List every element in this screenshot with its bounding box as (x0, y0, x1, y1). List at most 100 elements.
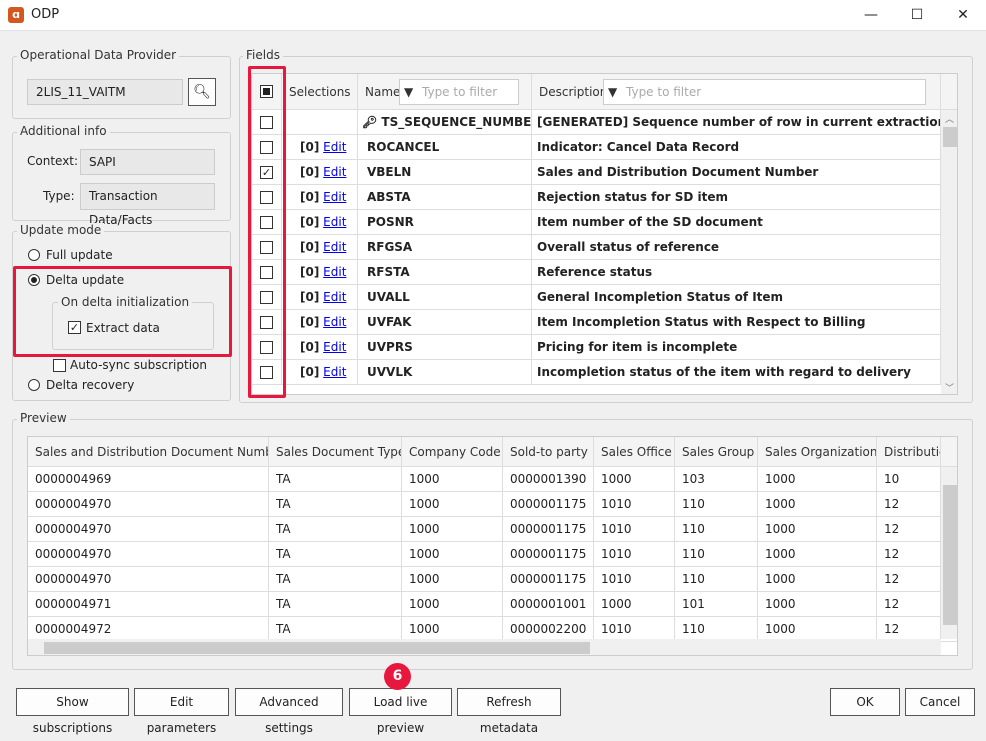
edit-parameters-button[interactable]: Edit parameters (134, 688, 229, 735)
field-row[interactable]: ✓ [0] Edit VBELN Sales and Distribution … (252, 160, 957, 185)
field-description: Incompletion status of the item with reg… (532, 360, 941, 385)
preview-cell: 1000 (594, 592, 675, 617)
header-selections[interactable]: Selections (282, 74, 358, 110)
preview-row[interactable]: 0000004970 TA 1000 0000001175 1010 110 1000 12 (28, 492, 957, 517)
odp-input[interactable]: 2LIS_11_VAITM (27, 79, 183, 105)
preview-row[interactable]: 0000004970 TA 1000 0000001175 1010 110 1000 12 (28, 542, 957, 567)
preview-cell: TA (269, 542, 402, 567)
search-button[interactable]: 🔍︎ (188, 78, 216, 106)
edit-link[interactable]: Edit (323, 215, 346, 229)
scroll-thumb[interactable] (44, 642, 590, 654)
delta-recovery-label: Delta recovery (46, 378, 135, 392)
preview-column-header[interactable]: Sales and Distribution Document Number (28, 437, 269, 467)
edit-link[interactable]: Edit (323, 315, 346, 329)
preview-cell: 103 (675, 467, 758, 492)
selection-count: [0] (300, 140, 320, 154)
advanced-settings-button[interactable]: Advanced settings (235, 688, 343, 735)
preview-cell: 0000004969 (28, 467, 269, 492)
scroll-thumb[interactable] (943, 127, 957, 147)
window-title: ODP (31, 7, 60, 22)
load-live-preview-button[interactable]: Load live preview (349, 688, 452, 735)
preview-row[interactable]: 0000004971 TA 1000 0000001001 1000 101 1000 12 (28, 592, 957, 617)
preview-cell: 0000001001 (503, 592, 594, 617)
preview-cell: 1000 (402, 492, 503, 517)
edit-link[interactable]: Edit (323, 290, 346, 304)
field-row[interactable]: [0] Edit ROCANCEL Indicator: Cancel Data… (252, 135, 957, 160)
ok-button[interactable]: OK (830, 688, 900, 716)
preview-cell: 110 (675, 542, 758, 567)
preview-cell: 1000 (758, 492, 877, 517)
edit-link[interactable]: Edit (323, 190, 346, 204)
field-row[interactable]: [0] Edit UVFAK Item Incompletion Status … (252, 310, 957, 335)
field-description: General Incompletion Status of Item (532, 285, 941, 310)
field-row[interactable]: [0] Edit UVPRS Pricing for item is incom… (252, 335, 957, 360)
full-update-radio[interactable] (28, 249, 40, 261)
scroll-thumb[interactable] (943, 485, 957, 625)
selection-count: [0] (300, 365, 320, 379)
field-description: Sales and Distribution Document Number (532, 160, 941, 185)
preview-cell: 12 (877, 517, 941, 542)
preview-cell: TA (269, 517, 402, 542)
preview-horizontal-scrollbar[interactable] (28, 639, 941, 655)
field-description: Overall status of reference (532, 235, 941, 260)
field-row[interactable]: [0] Edit RFGSA Overall status of referen… (252, 235, 957, 260)
preview-vertical-scrollbar[interactable] (941, 467, 957, 639)
edit-link[interactable]: Edit (323, 140, 346, 154)
preview-cell: TA (269, 592, 402, 617)
minimize-button[interactable]: — (848, 0, 894, 31)
header-name[interactable]: Name (365, 85, 400, 99)
close-button[interactable]: ✕ (940, 0, 986, 31)
delta-recovery-radio[interactable] (28, 379, 40, 391)
edit-link[interactable]: Edit (323, 265, 346, 279)
edit-link[interactable]: Edit (323, 365, 346, 379)
preview-column-header[interactable]: Sales Office (594, 437, 675, 467)
cancel-button[interactable]: Cancel (905, 688, 975, 716)
preview-label: Preview (17, 411, 70, 425)
field-row[interactable]: [0] Edit UVVLK Incompletion status of th… (252, 360, 957, 385)
preview-cell: 12 (877, 542, 941, 567)
update-mode-label: Update mode (17, 223, 105, 237)
preview-cell: 1000 (758, 467, 877, 492)
selection-count: [0] (300, 265, 320, 279)
field-row[interactable]: [0] Edit RFSTA Reference status (252, 260, 957, 285)
maximize-button[interactable]: ☐ (894, 0, 940, 31)
preview-column-header[interactable]: Sales Organization (758, 437, 877, 467)
search-icon: 🔍︎ (193, 84, 211, 100)
field-description: Item Incompletion Status with Respect to… (532, 310, 941, 335)
field-row[interactable]: [0] Edit POSNR Item number of the SD doc… (252, 210, 957, 235)
name-filter-input[interactable]: ▼ Type to filter (399, 79, 519, 105)
fields-vertical-scrollbar[interactable]: ︿ ﹀ (941, 110, 957, 394)
preview-cell: 1010 (594, 567, 675, 592)
selection-count: [0] (300, 315, 320, 329)
preview-column-header[interactable]: Sales Group (675, 437, 758, 467)
description-filter-input[interactable]: ▼ Type to filter (603, 79, 926, 105)
refresh-metadata-button[interactable]: Refresh metadata (457, 688, 561, 735)
preview-cell: 1000 (402, 592, 503, 617)
preview-grid: Sales and Distribution Document Number Sa… (27, 436, 958, 656)
edit-link[interactable]: Edit (323, 165, 346, 179)
preview-cell: 1000 (402, 542, 503, 567)
preview-row[interactable]: 0000004969 TA 1000 0000001390 1000 103 1000 10 (28, 467, 957, 492)
edit-link[interactable]: Edit (323, 240, 346, 254)
step-badge: 6 (384, 663, 411, 690)
preview-row[interactable]: 0000004970 TA 1000 0000001175 1010 110 1000 12 (28, 567, 957, 592)
field-row[interactable]: 🔑︎ TS_SEQUENCE_NUMBER [GENERATED] Sequen… (252, 110, 957, 135)
preview-column-header[interactable]: Sold-to party (503, 437, 594, 467)
show-subscriptions-button[interactable]: Show subscriptions (16, 688, 129, 735)
fields-grid: Selections Name ▼ Type to filter Descript… (251, 73, 958, 395)
selection-count: [0] (300, 165, 320, 179)
edit-link[interactable]: Edit (323, 340, 346, 354)
key-icon: 🔑︎ (362, 115, 378, 129)
preview-row[interactable]: 0000004970 TA 1000 0000001175 1010 110 1000 12 (28, 517, 957, 542)
preview-cell: 1010 (594, 517, 675, 542)
preview-cell: 0000004970 (28, 567, 269, 592)
preview-column-header[interactable]: Sales Document Type (269, 437, 402, 467)
header-description[interactable]: Description (539, 85, 607, 99)
preview-column-header[interactable]: Company Code (402, 437, 503, 467)
preview-cell: 10 (877, 467, 941, 492)
selection-count: [0] (300, 190, 320, 204)
field-row[interactable]: [0] Edit ABSTA Rejection status for SD i… (252, 185, 957, 210)
preview-column-header[interactable]: Distribution (877, 437, 941, 467)
auto-sync-checkbox[interactable] (53, 359, 66, 372)
field-row[interactable]: [0] Edit UVALL General Incompletion Stat… (252, 285, 957, 310)
